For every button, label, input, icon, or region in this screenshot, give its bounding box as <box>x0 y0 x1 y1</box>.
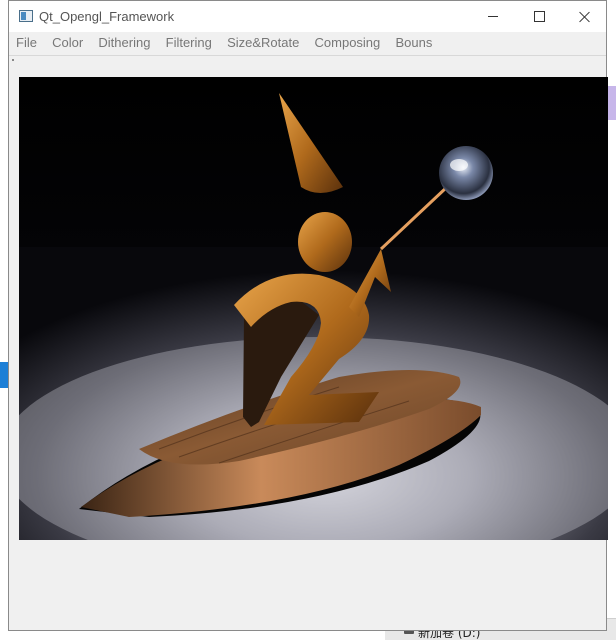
close-icon <box>579 11 591 23</box>
menu-file[interactable]: File <box>9 32 45 54</box>
menu-size-rotate[interactable]: Size&Rotate <box>219 32 306 54</box>
toolbar-area <box>9 55 606 66</box>
window-title: Qt_Opengl_Framework <box>39 9 175 24</box>
background-blue-selection <box>0 362 8 388</box>
menu-bar: File Color Dithering Filtering Size&Rota… <box>9 32 606 54</box>
menu-filtering[interactable]: Filtering <box>158 32 219 54</box>
main-window: Qt_Opengl_Framework File Color Dithering… <box>8 0 608 631</box>
minimize-icon <box>488 16 498 17</box>
menu-dithering[interactable]: Dithering <box>91 32 158 54</box>
opengl-viewport[interactable] <box>19 77 608 540</box>
close-button[interactable] <box>562 1 608 32</box>
rendered-scene <box>19 77 608 540</box>
menu-composing[interactable]: Composing <box>307 32 388 54</box>
title-bar[interactable]: Qt_Opengl_Framework <box>9 1 606 32</box>
toolbar-grip[interactable] <box>12 59 14 61</box>
app-icon <box>19 10 33 22</box>
menu-color[interactable]: Color <box>45 32 91 54</box>
minimize-button[interactable] <box>470 1 516 32</box>
maximize-icon <box>533 11 545 22</box>
menu-bouns[interactable]: Bouns <box>388 32 440 54</box>
maximize-button[interactable] <box>516 1 562 32</box>
